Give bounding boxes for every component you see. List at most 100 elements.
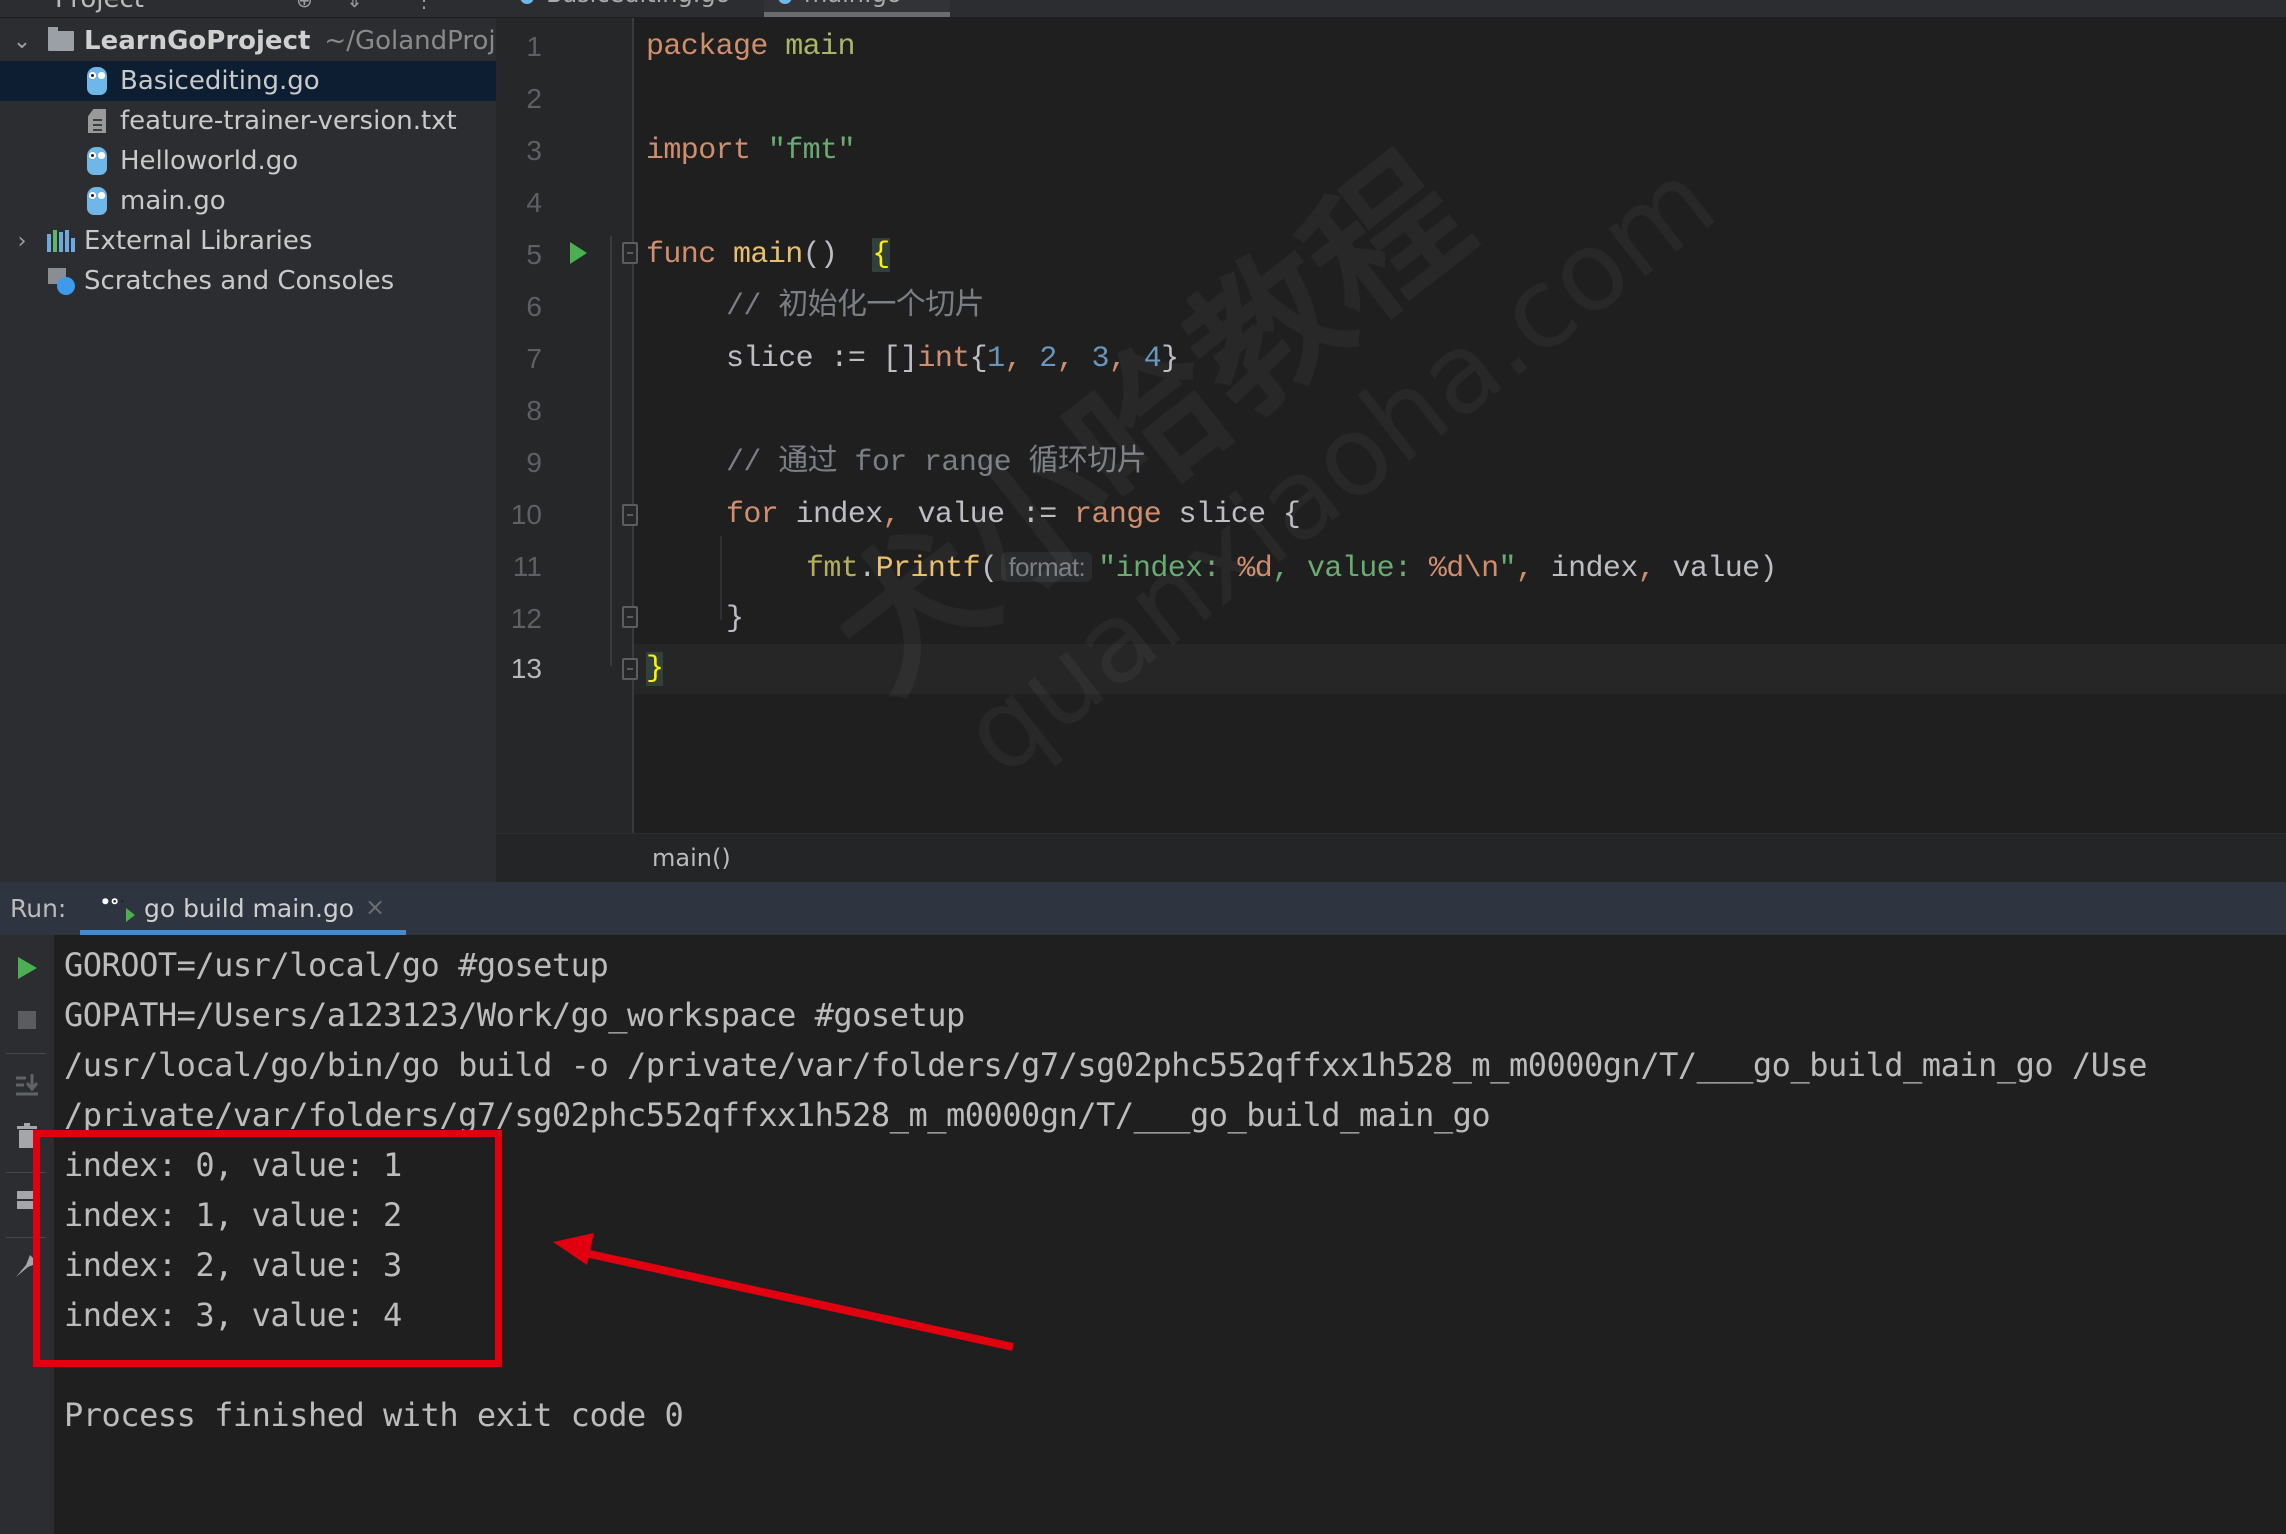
breadcrumb-item[interactable]: main(): [652, 844, 731, 872]
current-line-highlight: [634, 644, 2286, 694]
scroll-to-end-icon[interactable]: [12, 1070, 42, 1100]
tree-item-label: Helloworld.go: [120, 146, 299, 176]
code-line-1: package main: [646, 21, 855, 73]
close-icon[interactable]: ×: [365, 893, 385, 921]
format-verb: %d: [1237, 552, 1273, 586]
code-text: value :=: [917, 498, 1057, 532]
keyword: func: [646, 238, 716, 272]
breadcrumb: main(): [496, 833, 2286, 883]
code-text: index: [1550, 552, 1639, 586]
tab-basicediting[interactable]: Basicediting.go: [506, 0, 756, 17]
code-text: index: [795, 498, 884, 532]
number-literal: 1: [987, 342, 1005, 376]
line-number: 6: [526, 291, 542, 322]
toolbar-separator: [6, 1053, 46, 1054]
console-line: GOPATH=/Users/a123123/Work/go_workspace …: [64, 996, 965, 1034]
gutter-divider: [632, 18, 634, 833]
project-panel: Project ⊕ ⇕ ⋮ ⌄ LearnGoProject~/GolandPr…: [0, 0, 550, 882]
code-line-6: // 初始化一个切片: [726, 281, 985, 333]
brace-matched: }: [646, 652, 664, 686]
rerun-icon[interactable]: [12, 953, 42, 983]
tree-item-label: feature-trainer-version.txt: [120, 106, 457, 136]
tab-label: Basicediting.go: [546, 0, 730, 8]
tree-item-label: External Libraries: [84, 226, 313, 256]
console-line: GOROOT=/usr/local/go #gosetup: [64, 946, 609, 984]
brace: }: [1161, 342, 1179, 376]
console-line: /usr/local/go/bin/go build -o /private/v…: [64, 1046, 2147, 1084]
fold-marker-icon[interactable]: [622, 504, 638, 526]
indent-guide: [720, 536, 722, 620]
tree-item-feature-trainer[interactable]: feature-trainer-version.txt: [0, 101, 496, 141]
code-editor[interactable]: [634, 18, 2286, 833]
number-literal: 3: [1091, 342, 1110, 376]
run-panel-title: Run:: [10, 894, 67, 923]
run-panel-header: Run: go build main.go ×: [0, 882, 2286, 936]
code-line-11: fmt.Printf(format: "index: %d, value: %d\…: [806, 552, 1778, 586]
code-line-3: import "fmt": [646, 125, 855, 177]
comment: // 通过 for range 循环切片: [726, 446, 1147, 480]
line-number: 9: [526, 447, 542, 478]
type-keyword: int: [917, 342, 970, 376]
function-call: Printf: [875, 552, 981, 586]
chevron-right-icon[interactable]: ›: [12, 229, 32, 254]
dot: .: [858, 552, 876, 586]
project-name: LearnGoProject: [84, 26, 311, 56]
go-file-icon: [84, 66, 110, 96]
tree-item-external-libraries[interactable]: › External Libraries: [0, 221, 496, 261]
keyword: range: [1074, 498, 1162, 532]
code-line-10: for index, value := range slice {: [726, 489, 1301, 541]
libraries-icon: [47, 226, 75, 256]
tree-item-label: LearnGoProject ~/GolandProjects: [84, 26, 550, 56]
chevron-down-icon[interactable]: ⌄: [12, 29, 32, 54]
line-number: 8: [526, 395, 542, 426]
string-literal: "fmt": [767, 134, 856, 168]
comment: // 初始化一个切片: [726, 290, 985, 324]
tree-item-basicediting[interactable]: Basicediting.go: [0, 61, 496, 101]
locate-icon[interactable]: ⊕: [296, 0, 316, 12]
fold-marker-icon[interactable]: [622, 606, 638, 628]
tab-main-go[interactable]: main.go: [764, 0, 950, 17]
run-badge-icon: [126, 908, 135, 922]
keyword: for: [726, 498, 779, 532]
keyword: package: [646, 30, 768, 64]
go-file-icon: [520, 0, 534, 4]
go-file-icon: [84, 186, 110, 216]
tree-item-helloworld[interactable]: Helloworld.go: [0, 141, 496, 181]
code-text: value): [1672, 552, 1778, 586]
tree-item-label: main.go: [120, 186, 226, 216]
parens: (): [802, 238, 838, 272]
line-number-current: 13: [510, 653, 542, 684]
tree-item-scratches[interactable]: Scratches and Consoles: [0, 261, 496, 301]
fold-guide: [610, 236, 612, 666]
run-main-icon[interactable]: [570, 242, 587, 264]
tree-item-project-root[interactable]: ⌄ LearnGoProject ~/GolandProjects: [0, 21, 550, 61]
tree-item-main-go[interactable]: main.go: [0, 181, 496, 221]
number-literal: 2: [1039, 342, 1057, 376]
brace: {: [969, 342, 988, 376]
number-literal: 4: [1143, 342, 1162, 376]
collapse-icon[interactable]: ⇕: [346, 0, 366, 12]
stop-icon[interactable]: [12, 1005, 42, 1035]
editor-tab-bar: Basicediting.go main.go: [496, 0, 2286, 18]
tree-item-label: Scratches and Consoles: [84, 266, 395, 296]
package-name: main: [785, 30, 855, 64]
line-number: 1: [526, 31, 542, 62]
line-number: 10: [510, 499, 542, 530]
settings-icon[interactable]: ⋮: [414, 0, 434, 12]
string-literal: , value:: [1272, 552, 1429, 586]
line-number: 5: [526, 239, 542, 270]
brace: }: [726, 602, 744, 636]
project-panel-title: Project: [55, 0, 144, 14]
code-line-12: }: [726, 593, 744, 645]
fold-marker-icon[interactable]: [622, 658, 638, 680]
folder-icon: [48, 26, 74, 56]
package-ref: fmt: [806, 552, 859, 586]
run-tab-go-build[interactable]: go build main.go ×: [80, 882, 406, 935]
line-number: 2: [526, 83, 542, 114]
line-number: 12: [510, 603, 542, 634]
fold-marker-icon[interactable]: [622, 242, 638, 264]
tree-item-label: Basicediting.go: [120, 66, 320, 96]
paren: (: [980, 552, 998, 586]
annotation-highlight-box: [33, 1130, 502, 1367]
line-number: 4: [526, 187, 542, 218]
